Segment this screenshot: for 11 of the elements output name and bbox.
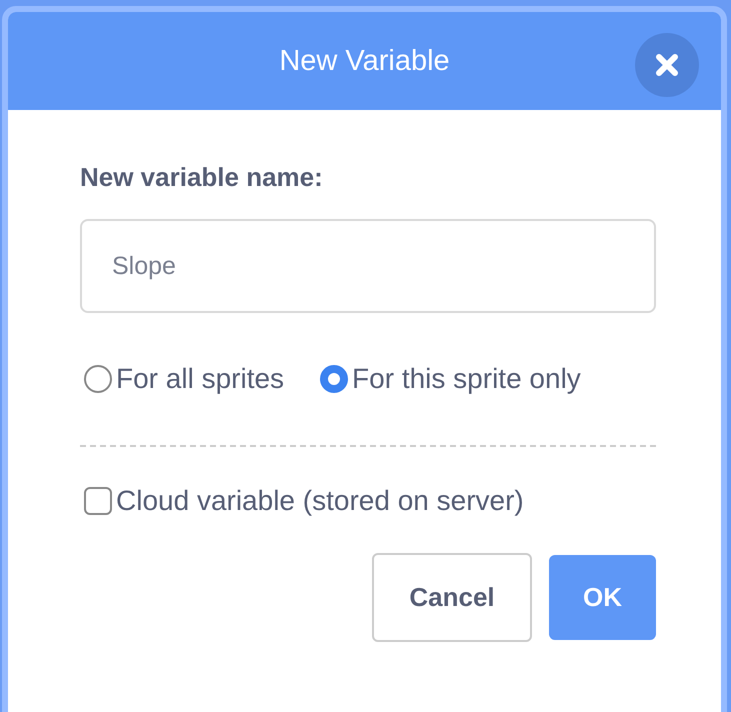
scope-radio-option[interactable]: For this sprite only xyxy=(320,363,581,395)
cancel-button[interactable]: Cancel xyxy=(372,553,532,642)
cloud-checkbox-option[interactable]: Cloud variable (stored on server) xyxy=(84,485,524,517)
close-icon xyxy=(655,53,679,77)
name-input-field[interactable]: Slope xyxy=(80,219,656,313)
dialog-title: New Variable xyxy=(279,44,450,78)
field-label: New variable name: xyxy=(80,162,323,193)
radio-button[interactable] xyxy=(84,365,112,393)
radio-button[interactable] xyxy=(320,365,348,393)
scope-radio-option[interactable]: For all sprites xyxy=(84,363,284,395)
checkbox[interactable] xyxy=(84,487,112,515)
